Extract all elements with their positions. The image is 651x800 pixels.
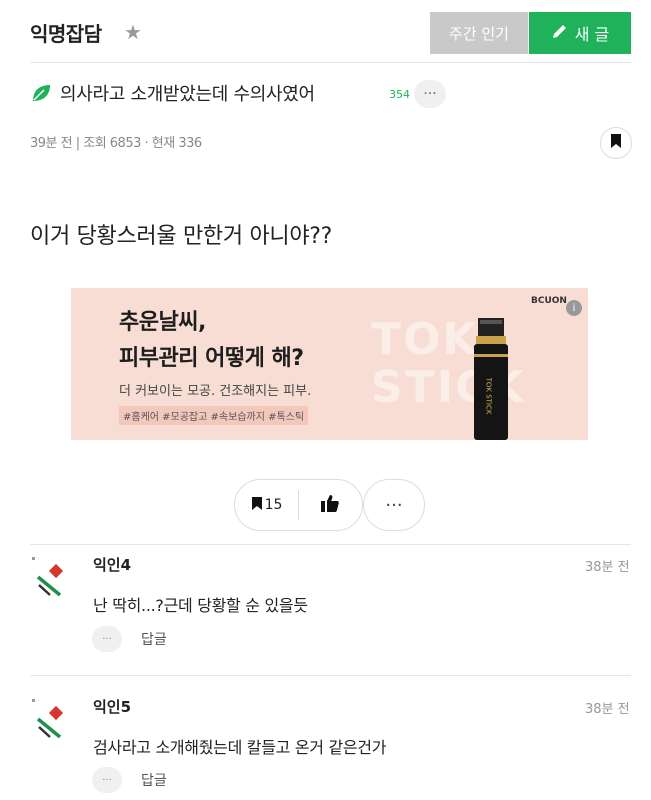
like-button[interactable]: [299, 480, 361, 530]
weekly-popular-label: 주간 인기: [449, 24, 509, 43]
divider: [30, 62, 631, 63]
ad-headline-2: 피부관리 어떻게 해?: [119, 346, 304, 371]
post-more-button[interactable]: ···: [414, 80, 446, 108]
avatar: [30, 555, 70, 599]
comment-more-button[interactable]: ···: [92, 767, 122, 793]
board-title: 익명잡담: [30, 22, 102, 46]
comment-author: 익인5: [93, 698, 132, 716]
divider: [30, 544, 631, 545]
write-label: 새 글: [574, 25, 610, 44]
ad-description: 더 커보이는 모공. 건조해지는 피부.: [119, 384, 312, 399]
comment-text: 검사라고 소개해줬는데 칼들고 온거 같은건가: [93, 738, 387, 757]
post-body: 이거 당황스러울 만한거 아니야??: [30, 224, 333, 249]
bookmark-icon: [251, 496, 263, 515]
comment-author: 익인4: [93, 556, 132, 574]
weekly-popular-button[interactable]: 주간 인기: [430, 12, 528, 54]
ad-brand-logo: BCUON: [531, 296, 567, 306]
comment-time: 38분 전: [585, 702, 630, 717]
ad-product-image: TOK STICK: [466, 318, 516, 440]
pencil-icon: [551, 22, 569, 44]
post-options-button[interactable]: ···: [363, 479, 425, 531]
scrap-count: 15: [264, 497, 283, 513]
post-meta: 39분 전 | 조회 6853 · 현재 336: [30, 136, 202, 151]
ad-product-label: TOK STICK: [484, 377, 493, 415]
post-action-group: 15: [234, 479, 363, 531]
scrap-button[interactable]: 15: [235, 480, 298, 530]
write-button[interactable]: 새 글: [529, 12, 631, 54]
comment-text: 난 딱히...?근데 당황할 순 있을듯: [93, 596, 308, 615]
divider: [30, 675, 631, 676]
reply-button[interactable]: 답글: [141, 770, 167, 790]
star-icon[interactable]: ★: [124, 20, 142, 44]
reply-button[interactable]: 답글: [141, 629, 167, 649]
comment-time: 38분 전: [585, 560, 630, 575]
ad-headline-1: 추운날씨,: [119, 310, 206, 335]
leaf-icon: [30, 82, 52, 104]
bookmark-icon: [610, 133, 622, 153]
comment-more-button[interactable]: ···: [92, 626, 122, 652]
thumbs-up-icon: [320, 493, 340, 517]
comment-count[interactable]: 354: [389, 88, 410, 101]
ad-banner[interactable]: TOK STICK 추운날씨, 피부관리 어떻게 해? 더 커보이는 모공. 건…: [71, 288, 588, 440]
bookmark-button[interactable]: [600, 127, 632, 159]
ad-info-icon[interactable]: i: [566, 300, 582, 316]
ad-hashtags: #홈케어 #모공잡고 #속보습까지 #톡스틱: [119, 406, 309, 425]
avatar: [30, 697, 70, 741]
post-title: 의사라고 소개받았는데 수의사였어: [60, 84, 315, 105]
